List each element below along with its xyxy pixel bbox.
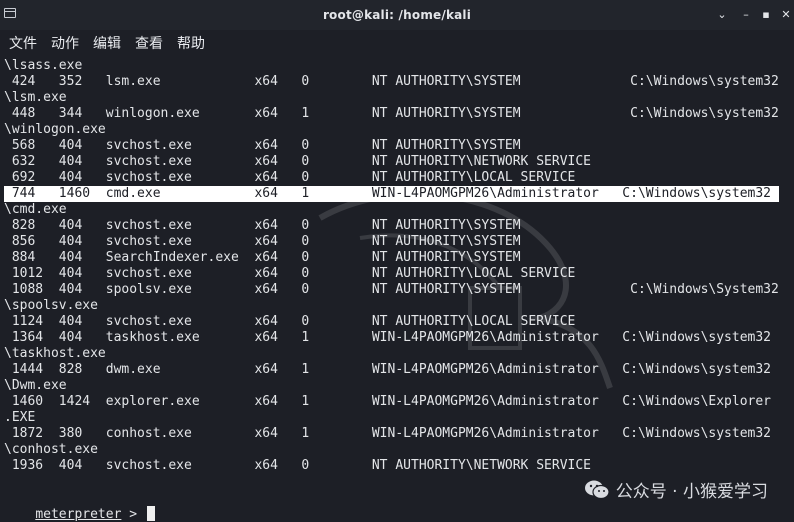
terminal-line-selected: 744 1460 cmd.exe x64 1 WIN-L4PAOMGPM26\A…	[4, 186, 779, 202]
terminal-line: 632 404 svchost.exe x64 0 NT AUTHORITY\N…	[4, 154, 591, 169]
terminal-line: 424 352 lsm.exe x64 0 NT AUTHORITY\SYSTE…	[4, 74, 779, 89]
terminal-line: \lsm.exe	[4, 90, 67, 105]
wechat-icon	[584, 480, 610, 499]
terminal-line: 828 404 svchost.exe x64 0 NT AUTHORITY\S…	[4, 218, 521, 233]
terminal-line: \taskhost.exe	[4, 346, 106, 361]
text-cursor	[146, 506, 155, 521]
menu-view[interactable]: 查看	[135, 33, 163, 53]
terminal-line: \lsass.exe	[4, 58, 83, 73]
command-prompt[interactable]: meterpreter >	[4, 490, 155, 522]
terminal-line: \Dwm.exe	[4, 378, 67, 393]
close-button[interactable]: ✕	[778, 7, 794, 23]
terminal-line: 1444 828 dwm.exe x64 1 WIN-L4PAOMGPM26\A…	[4, 362, 772, 377]
terminal-line: 1124 404 svchost.exe x64 0 NT AUTHORITY\…	[4, 314, 576, 329]
terminal-line: \spoolsv.exe	[4, 298, 98, 313]
menu-bar: 文件 动作 编辑 查看 帮助	[0, 30, 794, 56]
terminal-line: 568 404 svchost.exe x64 0 NT AUTHORITY\S…	[4, 138, 521, 153]
maximize-button[interactable]: ▪	[758, 7, 774, 23]
menu-help[interactable]: 帮助	[177, 33, 205, 53]
menu-file[interactable]: 文件	[9, 33, 37, 53]
terminal-line: \conhost.exe	[4, 442, 98, 457]
terminal-line: 1936 404 svchost.exe x64 0 NT AUTHORITY\…	[4, 458, 591, 473]
terminal-line: 884 404 SearchIndexer.exe x64 0 NT AUTHO…	[4, 250, 521, 265]
watermark-text: 公众号 · 小猴爱学习	[615, 482, 768, 502]
terminal-line: 1088 404 spoolsv.exe x64 0 NT AUTHORITY\…	[4, 282, 779, 297]
window-menu-button[interactable]: ⌄	[714, 7, 730, 23]
terminal-line: 1364 404 taskhost.exe x64 1 WIN-L4PAOMGP…	[4, 330, 772, 345]
terminal-line: \cmd.exe	[4, 202, 67, 217]
terminal-line: 1012 404 svchost.exe x64 0 NT AUTHORITY\…	[4, 266, 576, 281]
menu-action[interactable]: 动作	[51, 33, 79, 53]
terminal-line: 1460 1424 explorer.exe x64 1 WIN-L4PAOMG…	[4, 394, 772, 409]
terminal-window-icon	[4, 8, 16, 18]
wechat-watermark: 公众号 · 小猴爱学习	[584, 477, 768, 502]
minimize-button[interactable]: –	[738, 7, 754, 23]
prompt-label: meterpreter	[35, 507, 122, 522]
terminal-line: .EXE	[4, 410, 36, 425]
prompt-symbol: >	[121, 507, 145, 522]
terminal-output[interactable]: \lsass.exe 424 352 lsm.exe x64 0 NT AUTH…	[0, 58, 794, 522]
terminal-line: 1872 380 conhost.exe x64 1 WIN-L4PAOMGPM…	[4, 426, 772, 441]
terminal-line: 856 404 svchost.exe x64 0 NT AUTHORITY\S…	[4, 234, 521, 249]
window-title: root@kali: /home/kali	[322, 8, 472, 22]
terminal-line: 692 404 svchost.exe x64 0 NT AUTHORITY\L…	[4, 170, 576, 185]
title-bar: root@kali: /home/kali ⌄ – ▪ ✕	[0, 0, 794, 30]
terminal-line: \winlogon.exe	[4, 122, 106, 137]
terminal-line: 448 344 winlogon.exe x64 1 NT AUTHORITY\…	[4, 106, 779, 121]
menu-edit[interactable]: 编辑	[93, 33, 121, 53]
